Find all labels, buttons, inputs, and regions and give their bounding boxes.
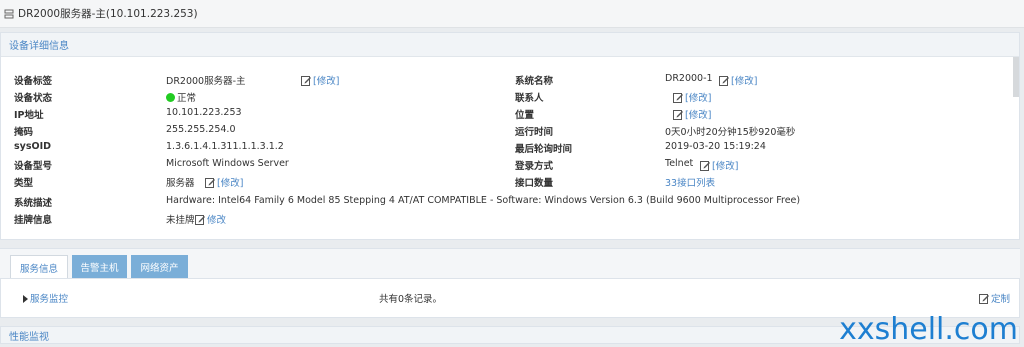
edit-link[interactable]: [修改] <box>712 158 738 172</box>
server-icon <box>4 9 14 19</box>
row-location: 位置 [修改] <box>1 107 1001 124</box>
row-contact: 联系人 [修改] <box>1 90 1001 107</box>
edit-contact-button[interactable]: [修改] <box>673 90 711 104</box>
window-titlebar: DR2000服务器-主(10.101.223.253) <box>0 0 1024 28</box>
row-sysname: 系统名称 DR2000-1 [修改] <box>1 73 1001 90</box>
row-tag: 挂牌信息 未挂牌 修改 <box>1 212 1001 229</box>
row-interfaces: 接口数量 33接口列表 <box>1 175 1001 192</box>
field-label: 系统描述 <box>14 198 53 209</box>
row-sysdescr: 系统描述 Hardware: Intel64 Family 6 Model 85… <box>1 195 1001 212</box>
service-monitor-label: 服务监控 <box>30 294 69 305</box>
edit-link[interactable]: [修改] <box>731 73 757 87</box>
sysname-value: DR2000-1 <box>665 73 713 84</box>
field-label: 位置 <box>515 110 535 121</box>
row-login: 登录方式 Telnet [修改] <box>1 158 1001 175</box>
edit-sysname-button[interactable]: [修改] <box>719 73 757 87</box>
field-label: 运行时间 <box>515 127 554 138</box>
edit-location-button[interactable]: [修改] <box>673 107 711 121</box>
edit-icon <box>700 160 710 171</box>
edit-icon <box>195 214 205 225</box>
sysdescr-value: Hardware: Intel64 Family 6 Model 85 Step… <box>166 195 801 206</box>
field-label: 联系人 <box>515 93 544 104</box>
field-label: 登录方式 <box>515 161 554 172</box>
edit-link[interactable]: [修改] <box>685 107 711 121</box>
service-monitor-toggle[interactable]: 服务监控 <box>23 291 68 305</box>
edit-icon <box>673 109 683 120</box>
edit-icon <box>979 293 989 304</box>
watermark: xxshell.com <box>839 312 1018 347</box>
last-poll-value: 2019-03-20 15:19:24 <box>665 141 766 152</box>
tab-label: 告警主机 <box>80 263 119 274</box>
interface-list-label: 接口列表 <box>677 178 716 189</box>
interface-count: 33 <box>665 178 678 189</box>
scrollbar[interactable] <box>1013 57 1019 97</box>
field-label: 系统名称 <box>515 76 554 87</box>
edit-icon <box>719 75 729 86</box>
device-detail-header[interactable]: 设备详细信息 <box>1 33 1019 57</box>
row-uptime: 运行时间 0天0小时20分钟15秒920毫秒 <box>1 124 1001 141</box>
edit-icon <box>673 92 683 103</box>
uptime-value: 0天0小时20分钟15秒920毫秒 <box>665 127 796 138</box>
edit-tag-button[interactable]: 修改 <box>195 212 226 226</box>
perf-monitor-title: 性能监视 <box>9 331 49 343</box>
tab-network-assets[interactable]: 网络资产 <box>131 255 188 279</box>
row-last-poll: 最后轮询时间 2019-03-20 15:19:24 <box>1 141 1001 158</box>
caret-right-icon <box>23 295 28 303</box>
login-value: Telnet <box>665 158 694 169</box>
window-title: DR2000服务器-主(10.101.223.253) <box>18 8 198 20</box>
interface-count-link[interactable]: 33接口列表 <box>665 175 715 189</box>
field-label: 最后轮询时间 <box>515 144 573 155</box>
field-label: 挂牌信息 <box>14 215 53 226</box>
tab-bar: 服务信息 告警主机 网络资产 <box>0 248 1020 279</box>
edit-link[interactable]: [修改] <box>685 90 711 104</box>
tab-label: 服务信息 <box>19 263 58 275</box>
customize-button[interactable]: 定制 <box>979 291 1010 305</box>
tag-value: 未挂牌 <box>166 215 195 226</box>
tab-label: 网络资产 <box>140 263 179 274</box>
customize-label: 定制 <box>991 294 1011 305</box>
device-detail-title: 设备详细信息 <box>9 41 69 52</box>
edit-login-button[interactable]: [修改] <box>700 158 738 172</box>
record-count: 共有0条记录。 <box>379 294 443 305</box>
device-detail-panel: 设备详细信息 设备标签 DR2000服务器-主 [修改] 设备状态 正常 IP地… <box>0 32 1020 240</box>
edit-link[interactable]: 修改 <box>207 212 226 226</box>
field-label: 接口数量 <box>515 178 554 189</box>
tab-service-info[interactable]: 服务信息 <box>10 255 68 279</box>
tab-alarm-host[interactable]: 告警主机 <box>72 255 127 279</box>
